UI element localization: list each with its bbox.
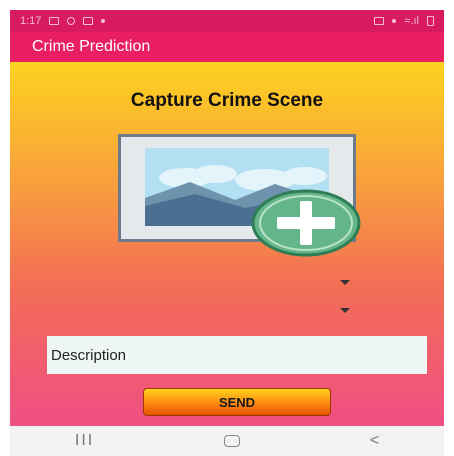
description-input[interactable]: [47, 336, 427, 374]
sim-icon: [374, 17, 385, 25]
app-title: Crime Prediction: [32, 38, 151, 55]
plus-icon[interactable]: [250, 188, 362, 258]
main-content: Capture Crime Scene SEND: [10, 62, 444, 426]
home-button[interactable]: [223, 435, 240, 447]
status-bar: 1:17 ≈.ıl: [10, 10, 444, 32]
page-title: Capture Crime Scene: [130, 90, 324, 111]
app-notification-icon: [83, 17, 94, 25]
back-button[interactable]: <: [370, 432, 379, 450]
navigation-bar: III <: [10, 426, 444, 456]
location-dropdown[interactable]: [10, 302, 350, 322]
status-left: 1:17: [20, 15, 106, 27]
status-time: 1:17: [20, 15, 42, 27]
signal-icon: ≈.ıl: [404, 15, 419, 27]
app-screen: 1:17 ≈.ıl Crime Prediction Capture Crime…: [0, 0, 454, 456]
status-right: ≈.ıl: [374, 15, 434, 27]
location-icon: [392, 19, 397, 23]
crime-type-dropdown[interactable]: [10, 274, 350, 294]
chevron-down-icon: [340, 280, 350, 285]
recent-apps-button[interactable]: III: [75, 432, 94, 450]
send-button[interactable]: SEND: [143, 388, 331, 416]
more-notifications-icon: [101, 19, 106, 23]
gallery-notification-icon: [49, 17, 60, 25]
search-notification-icon: [67, 17, 76, 25]
battery-icon: [427, 16, 434, 26]
app-bar: Crime Prediction: [10, 32, 444, 62]
chevron-down-icon: [340, 308, 350, 313]
